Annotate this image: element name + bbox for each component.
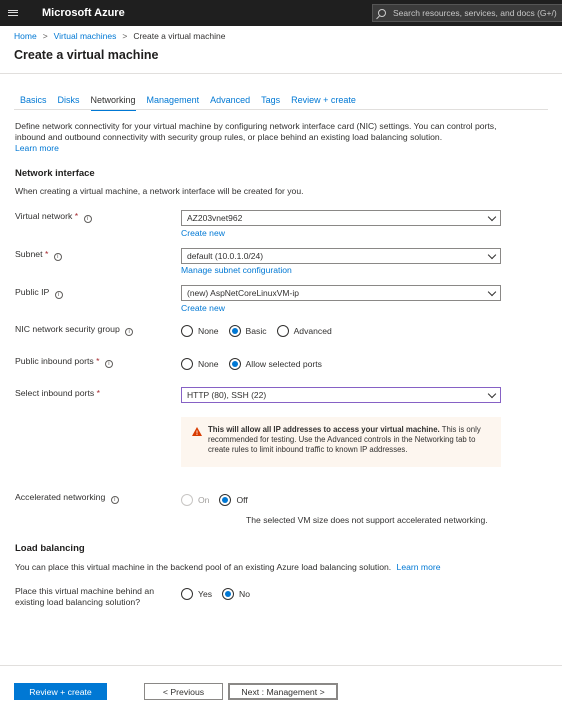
breadcrumb-home[interactable]: Home [14,31,37,41]
warning-bold-text: This will allow all IP addresses to acce… [208,425,440,434]
nic-nsg-label: NIC network security group i [15,324,134,336]
virtual-network-value: AZ203vnet962 [187,213,243,223]
inbound-none-radio[interactable] [181,358,193,370]
network-interface-note: When creating a virtual machine, a netwo… [15,186,304,196]
load-balancing-learn-more-link[interactable]: Learn more [397,562,441,572]
nsg-basic-radio[interactable] [228,325,241,337]
select-inbound-ports-label: Select inbound ports * [15,388,101,398]
nsg-advanced-label: Advanced [293,326,332,336]
inbound-allow-selected-radio[interactable] [228,358,241,370]
virtual-network-create-new-link[interactable]: Create new [181,228,225,238]
accelerated-networking-note: The selected VM size does not support ac… [246,515,488,525]
nsg-none-radio[interactable] [181,325,193,337]
lb-no-label: No [239,589,251,599]
top-bar: Microsoft Azure Search resources, servic… [0,0,562,26]
intro-learn-more-link[interactable]: Learn more [15,143,59,153]
lb-yes-label: Yes [198,589,213,599]
info-icon[interactable]: i [83,215,92,223]
chevron-down-icon [487,250,497,260]
intro-text: Define network connectivity for your vir… [15,121,520,154]
virtual-network-select[interactable]: AZ203vnet962 [181,210,501,226]
breadcrumb-current: Create a virtual machine [133,31,226,41]
accel-off-label: Off [236,495,248,505]
public-inbound-ports-label: Public inbound ports * i [15,356,113,368]
chevron-right-icon: > [42,31,48,41]
next-management-button[interactable]: Next : Management > [228,683,338,700]
breadcrumb: Home > Virtual machines > Create a virtu… [14,31,225,41]
info-icon[interactable]: i [104,360,113,368]
load-balancer-question-label: Place this virtual machine behind an exi… [15,586,155,607]
chevron-down-icon [487,212,497,222]
virtual-network-label: Virtual network * i [15,211,92,223]
search-placeholder: Search resources, services, and docs (G+… [393,8,557,18]
review-create-button[interactable]: Review + create [14,683,107,700]
subnet-label: Subnet * i [15,249,62,261]
lb-yes-radio[interactable] [181,588,193,600]
load-balancing-note: You can place this virtual machine in th… [15,562,441,572]
public-inbound-ports-radio-group: None Allow selected ports [181,358,332,370]
accelerated-networking-radio-group: On Off [181,494,258,506]
previous-button[interactable]: < Previous [144,683,223,700]
load-balancer-radio-group: Yes No [181,588,260,600]
chevron-down-icon [487,287,497,297]
chevron-right-icon: > [122,31,128,41]
subnet-select[interactable]: default (10.0.1.0/24) [181,248,501,264]
info-icon[interactable]: i [53,253,62,261]
search-icon [378,9,386,17]
warning-icon: ! [192,427,202,437]
search-input[interactable]: Search resources, services, and docs (G+… [372,4,562,22]
public-ip-select[interactable]: (new) AspNetCoreLinuxVM-ip [181,285,501,301]
nsg-advanced-radio[interactable] [276,325,289,337]
select-inbound-ports-select[interactable]: HTTP (80), SSH (22) [181,387,501,403]
accel-on-radio [181,494,193,506]
divider [0,665,562,666]
accel-off-radio[interactable] [219,494,232,506]
page-title: Create a virtual machine [14,48,159,62]
divider [0,73,562,74]
public-ip-create-new-link[interactable]: Create new [181,303,225,313]
chevron-down-icon [487,389,497,399]
lb-no-radio[interactable] [222,588,235,600]
intro-description: Define network connectivity for your vir… [15,121,497,142]
accel-on-label: On [198,495,210,505]
info-icon[interactable]: i [110,496,119,504]
nsg-basic-label: Basic [245,326,267,336]
divider [14,109,548,110]
inbound-ports-warning: ! This will allow all IP addresses to ac… [181,417,501,467]
nsg-none-label: None [198,326,219,336]
nic-nsg-radio-group: None Basic Advanced [181,325,342,337]
public-ip-label: Public IP i [15,287,63,299]
inbound-allow-selected-label: Allow selected ports [245,359,322,369]
select-inbound-ports-value: HTTP (80), SSH (22) [187,390,267,400]
section-network-interface: Network interface [15,168,95,179]
public-ip-value: (new) AspNetCoreLinuxVM-ip [187,288,299,298]
breadcrumb-virtual-machines[interactable]: Virtual machines [54,31,117,41]
accelerated-networking-label: Accelerated networking i [15,492,119,504]
brand-title[interactable]: Microsoft Azure [42,7,125,19]
inbound-none-label: None [198,359,219,369]
subnet-value: default (10.0.1.0/24) [187,251,264,261]
info-icon[interactable]: i [125,328,134,336]
menu-icon[interactable] [0,0,26,26]
info-icon[interactable]: i [54,291,63,299]
section-load-balancing: Load balancing [15,543,85,554]
manage-subnet-link[interactable]: Manage subnet configuration [181,265,292,275]
